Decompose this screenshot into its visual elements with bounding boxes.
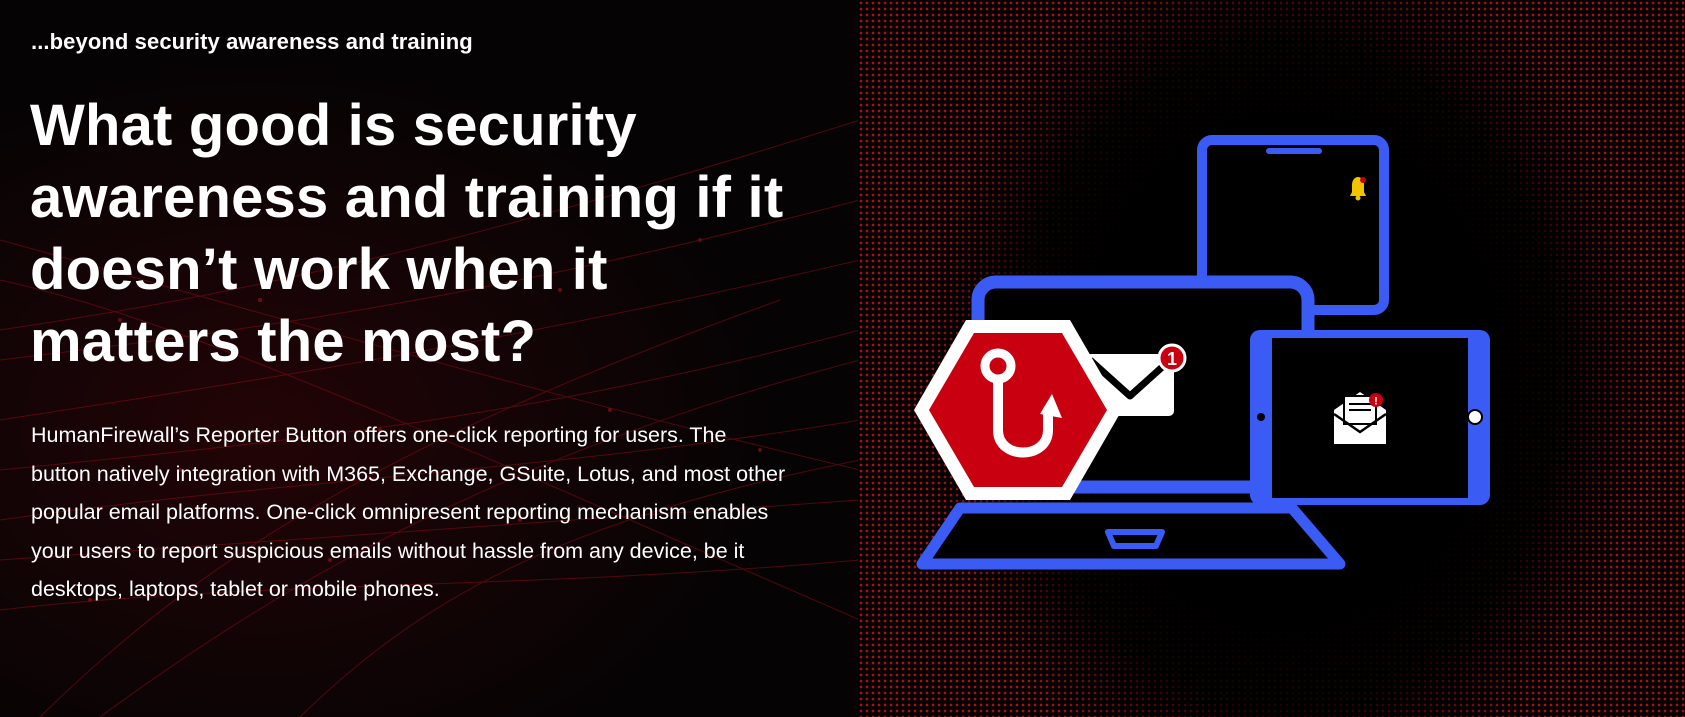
- eyebrow-text: ...beyond security awareness and trainin…: [31, 29, 473, 54]
- devices-illustration: 1 !: [914, 135, 1490, 570]
- page-headline: What good is security awareness and trai…: [30, 93, 784, 374]
- description-paragraph: HumanFirewall’s Reporter Button offers o…: [31, 423, 786, 602]
- mail-count-badge: 1: [1167, 349, 1177, 369]
- tablet-device: !: [1250, 330, 1490, 505]
- tablet-alert-badge: !: [1374, 396, 1378, 408]
